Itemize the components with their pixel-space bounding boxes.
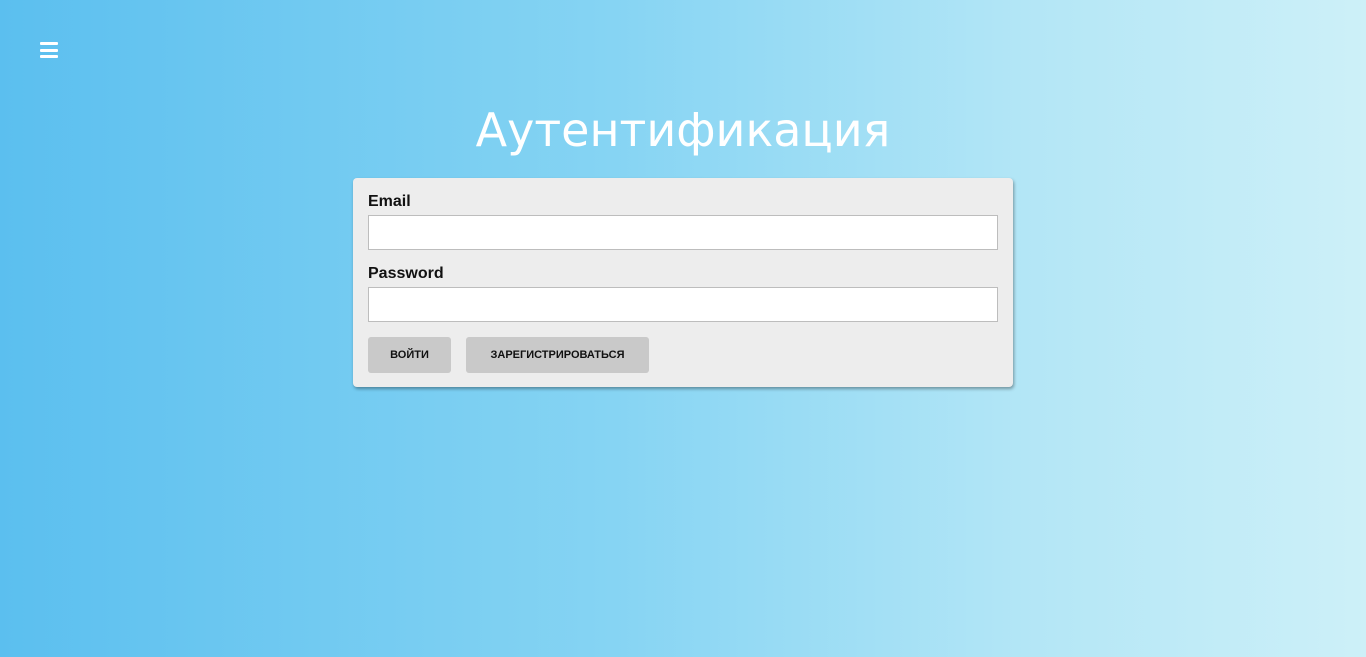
password-field[interactable] [368, 287, 998, 322]
login-form-card: Email Password ВОЙТИ ЗАРЕГИСТРИРОВАТЬСЯ [353, 178, 1013, 387]
hamburger-menu-icon[interactable] [36, 38, 62, 62]
hamburger-bars [40, 42, 58, 58]
register-button[interactable]: ЗАРЕГИСТРИРОВАТЬСЯ [466, 337, 649, 373]
email-label: Email [368, 193, 411, 210]
login-button[interactable]: ВОЙТИ [368, 337, 451, 373]
password-label: Password [368, 265, 444, 282]
email-field[interactable] [368, 215, 998, 250]
page-title: Аутентификация [475, 103, 891, 157]
